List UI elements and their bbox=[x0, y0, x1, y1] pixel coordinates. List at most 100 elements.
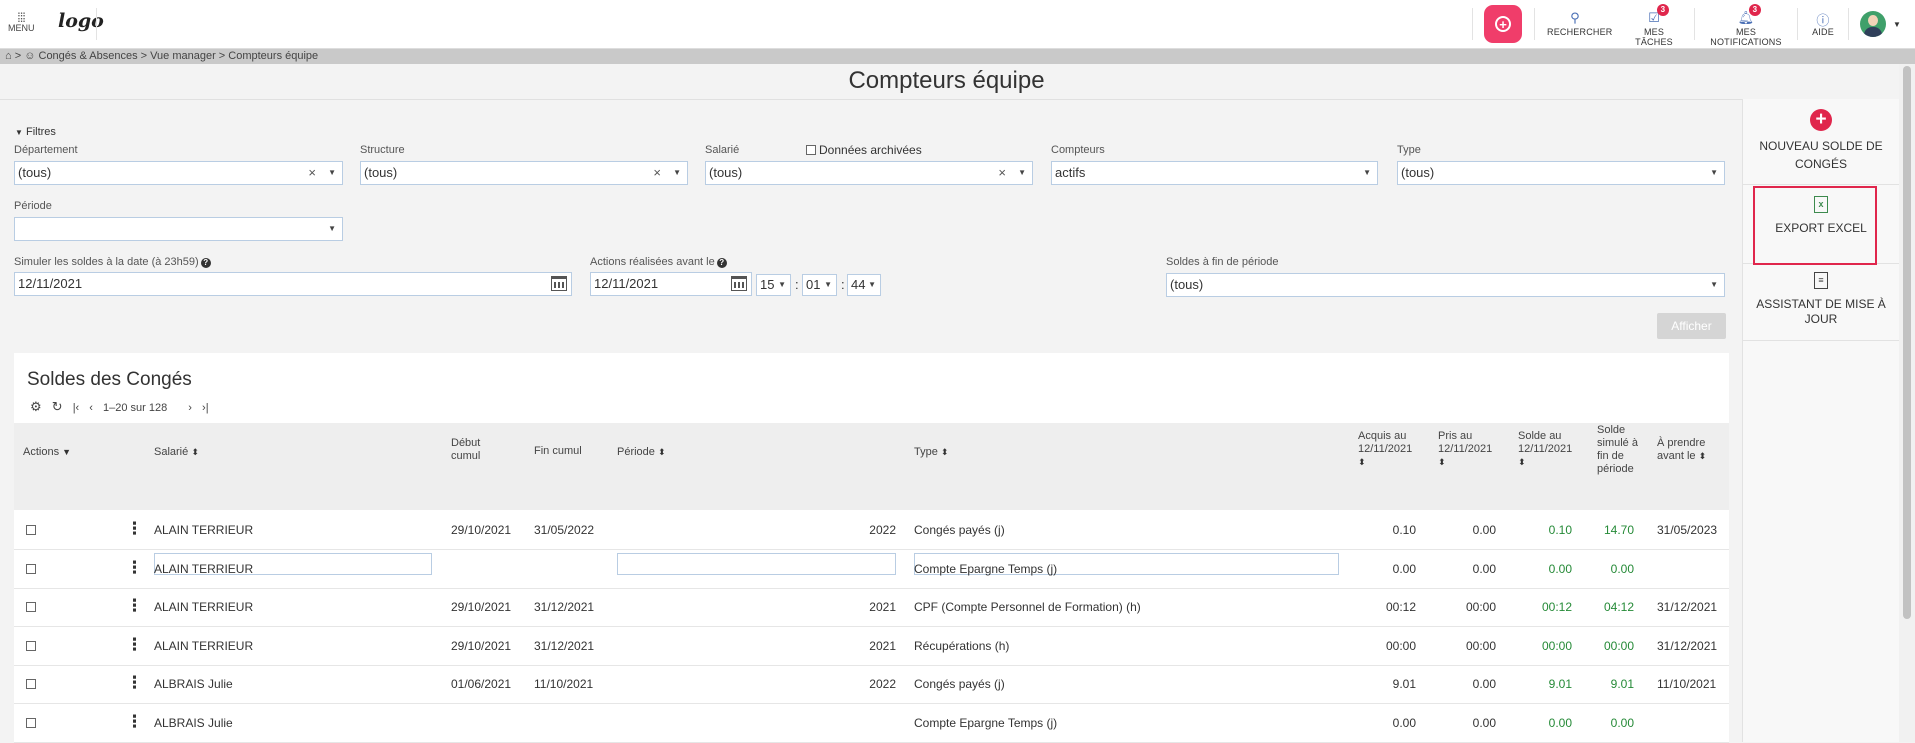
chevron-down-icon[interactable]: ▼ bbox=[1893, 20, 1901, 29]
row-checkbox[interactable] bbox=[26, 717, 36, 728]
refresh-icon[interactable]: ↻ bbox=[52, 399, 63, 414]
cell-period: 2021 bbox=[869, 600, 896, 614]
col-balance[interactable]: Solde au 12/11/2021 ⬍ bbox=[1518, 430, 1584, 469]
kebab-menu-icon[interactable]: ⋮ bbox=[126, 520, 143, 537]
document-icon: ≡ bbox=[1814, 272, 1828, 289]
chevron-down-icon: ▼ bbox=[673, 168, 681, 177]
avatar[interactable] bbox=[1860, 11, 1886, 37]
cell-period: 2022 bbox=[869, 523, 896, 537]
cell-type: CPF (Compte Personnel de Formation) (h) bbox=[914, 600, 1141, 614]
kebab-menu-icon[interactable]: ⋮ bbox=[126, 713, 143, 730]
table-row[interactable]: ⋮ ALAIN TERRIEUR 29/10/2021 31/12/2021 2021 C… bbox=[14, 588, 1729, 627]
col-to-take[interactable]: À prendre avant le ⬍ bbox=[1657, 437, 1717, 463]
grid-icon: ⁞⁞⁞ bbox=[17, 10, 26, 25]
col-type[interactable]: Type ⬍ bbox=[914, 446, 948, 459]
cell-employee: ALBRAIS Julie bbox=[154, 715, 233, 730]
notifications-button[interactable]: 🔔︎ 3 MES NOTIFICATIONS bbox=[1704, 4, 1788, 47]
cell-to-take: 31/12/2021 bbox=[1657, 638, 1718, 653]
period-select[interactable]: ▼ bbox=[14, 217, 343, 241]
chevron-down-icon: ▼ bbox=[1018, 168, 1026, 177]
clear-icon[interactable]: × bbox=[998, 162, 1006, 184]
clear-icon[interactable]: × bbox=[308, 162, 316, 184]
table-row[interactable]: ⋮ ALAIN TERRIEUR 29/10/2021 31/12/2021 2021 R… bbox=[14, 627, 1729, 666]
cell-start: 29/10/2021 bbox=[451, 523, 512, 537]
col-acquired[interactable]: Acquis au 12/11/2021 ⬍ bbox=[1358, 430, 1424, 469]
gear-icon[interactable]: ⚙ bbox=[30, 399, 42, 414]
col-actions[interactable]: Actions ▼ bbox=[23, 446, 71, 459]
calendar-icon[interactable] bbox=[731, 276, 747, 291]
cell-acquired: 0.10 bbox=[1392, 523, 1416, 537]
help-button[interactable]: ⓘ AIDE bbox=[1810, 10, 1836, 37]
counters-select[interactable]: actifs ▼ bbox=[1051, 161, 1378, 185]
tasks-button[interactable]: ☑ 3 MES TÂCHES bbox=[1626, 4, 1682, 47]
scrollbar-thumb[interactable] bbox=[1903, 66, 1911, 619]
type-value: (tous) bbox=[1401, 165, 1435, 180]
row-checkbox[interactable] bbox=[26, 640, 36, 651]
sort-icon: ⬍ bbox=[1438, 457, 1446, 467]
prev-page-icon[interactable]: ‹ bbox=[89, 402, 93, 414]
structure-select[interactable]: (tous) × ▼ bbox=[360, 161, 688, 185]
employee-select[interactable]: (tous) × ▼ bbox=[705, 161, 1033, 185]
row-checkbox[interactable] bbox=[26, 525, 36, 535]
menu-button[interactable]: ⁞⁞⁞ MENU bbox=[8, 10, 35, 33]
home-icon[interactable]: ⌂ bbox=[5, 50, 12, 62]
checkbox[interactable] bbox=[806, 145, 816, 155]
minute-select[interactable]: 01 ▼ bbox=[802, 274, 837, 296]
actions-date-input[interactable]: 12/11/2021 bbox=[590, 272, 752, 296]
update-assistant-button[interactable]: ≡ ASSISTANT DE MISE À JOUR bbox=[1747, 272, 1895, 327]
show-button[interactable]: Afficher bbox=[1657, 313, 1726, 339]
archived-checkbox[interactable]: Données archivées bbox=[806, 143, 922, 157]
cell-taken: 0.00 bbox=[1472, 523, 1496, 537]
filters-toggle[interactable]: ▼ Filtres bbox=[15, 126, 56, 138]
kebab-menu-icon[interactable]: ⋮ bbox=[126, 597, 143, 614]
search-icon: ⚲ bbox=[1570, 10, 1580, 25]
col-taken[interactable]: Pris au 12/11/2021 ⬍ bbox=[1438, 430, 1504, 469]
breadcrumb-path[interactable]: Congés & Absences > Vue manager > Compte… bbox=[39, 50, 319, 62]
type-select[interactable]: (tous) ▼ bbox=[1397, 161, 1725, 185]
col-period[interactable]: Période ⬍ bbox=[617, 446, 666, 459]
col-employee[interactable]: Salarié ⬍ bbox=[154, 446, 199, 459]
hour-select[interactable]: 15 ▼ bbox=[756, 274, 791, 296]
clear-icon[interactable]: × bbox=[653, 162, 661, 184]
simulate-date-input[interactable]: 12/11/2021 bbox=[14, 272, 572, 296]
table-row[interactable]: ⋮ ALBRAIS Julie 01/06/2021 11/10/2021 2022 Co… bbox=[14, 665, 1729, 704]
kebab-menu-icon[interactable]: ⋮ bbox=[126, 636, 143, 653]
next-page-icon[interactable]: › bbox=[188, 402, 192, 414]
cell-balance: 00:12 bbox=[1541, 600, 1572, 614]
sort-icon: ⬍ bbox=[1358, 457, 1366, 467]
table-row[interactable]: ⋮ ALAIN TERRIEUR Compte Epargne Temps (j) 0… bbox=[14, 550, 1729, 589]
row-checkbox[interactable] bbox=[26, 563, 36, 574]
pagination-text: 1–20 sur 128 bbox=[103, 402, 168, 414]
cell-end: 31/12/2021 bbox=[534, 600, 595, 614]
end-balance-label: Soldes à fin de période bbox=[1166, 256, 1279, 268]
cell-acquired: 00:00 bbox=[1385, 638, 1416, 653]
last-page-icon[interactable]: ›| bbox=[202, 402, 209, 414]
calendar-icon[interactable] bbox=[551, 276, 567, 291]
cell-start: 01/06/2021 bbox=[451, 677, 512, 691]
counters-label: Compteurs bbox=[1051, 144, 1105, 156]
cell-acquired: 00:12 bbox=[1385, 600, 1416, 614]
cell-acquired: 9.01 bbox=[1392, 677, 1416, 691]
department-select[interactable]: (tous) × ▼ bbox=[14, 161, 343, 185]
kebab-menu-icon[interactable]: ⋮ bbox=[126, 559, 143, 576]
cell-to-take: 31/12/2021 bbox=[1657, 600, 1718, 614]
table-row[interactable]: ⋮ ALBRAIS Julie Compte Epargne Temps (j) 0.… bbox=[14, 704, 1729, 743]
help-icon[interactable]: ? bbox=[716, 258, 727, 268]
new-balance-button[interactable]: + NOUVEAU SOLDE DE CONGÉS bbox=[1747, 109, 1895, 173]
cell-taken: 0.00 bbox=[1472, 715, 1496, 730]
second-select[interactable]: 44 ▼ bbox=[847, 274, 881, 296]
scrollbar[interactable] bbox=[1899, 64, 1915, 742]
row-checkbox[interactable] bbox=[26, 602, 36, 612]
table-row[interactable]: ⋮ ALAIN TERRIEUR 29/10/2021 31/05/2022 2022 C… bbox=[14, 511, 1729, 550]
filters-label: Filtres bbox=[25, 126, 56, 138]
help-icon[interactable]: ? bbox=[200, 258, 211, 268]
divider bbox=[0, 99, 1742, 100]
row-checkbox[interactable] bbox=[26, 679, 36, 689]
cell-simulated: 9.01 bbox=[1610, 677, 1634, 691]
bell-icon: 🔔︎ 3 bbox=[1704, 4, 1788, 27]
first-page-icon[interactable]: |‹ bbox=[73, 402, 80, 414]
quick-add-button[interactable]: + bbox=[1484, 5, 1522, 43]
end-balance-select[interactable]: (tous) ▼ bbox=[1166, 273, 1725, 297]
kebab-menu-icon[interactable]: ⋮ bbox=[126, 674, 143, 691]
search-button[interactable]: ⚲ RECHERCHER bbox=[1547, 10, 1612, 37]
